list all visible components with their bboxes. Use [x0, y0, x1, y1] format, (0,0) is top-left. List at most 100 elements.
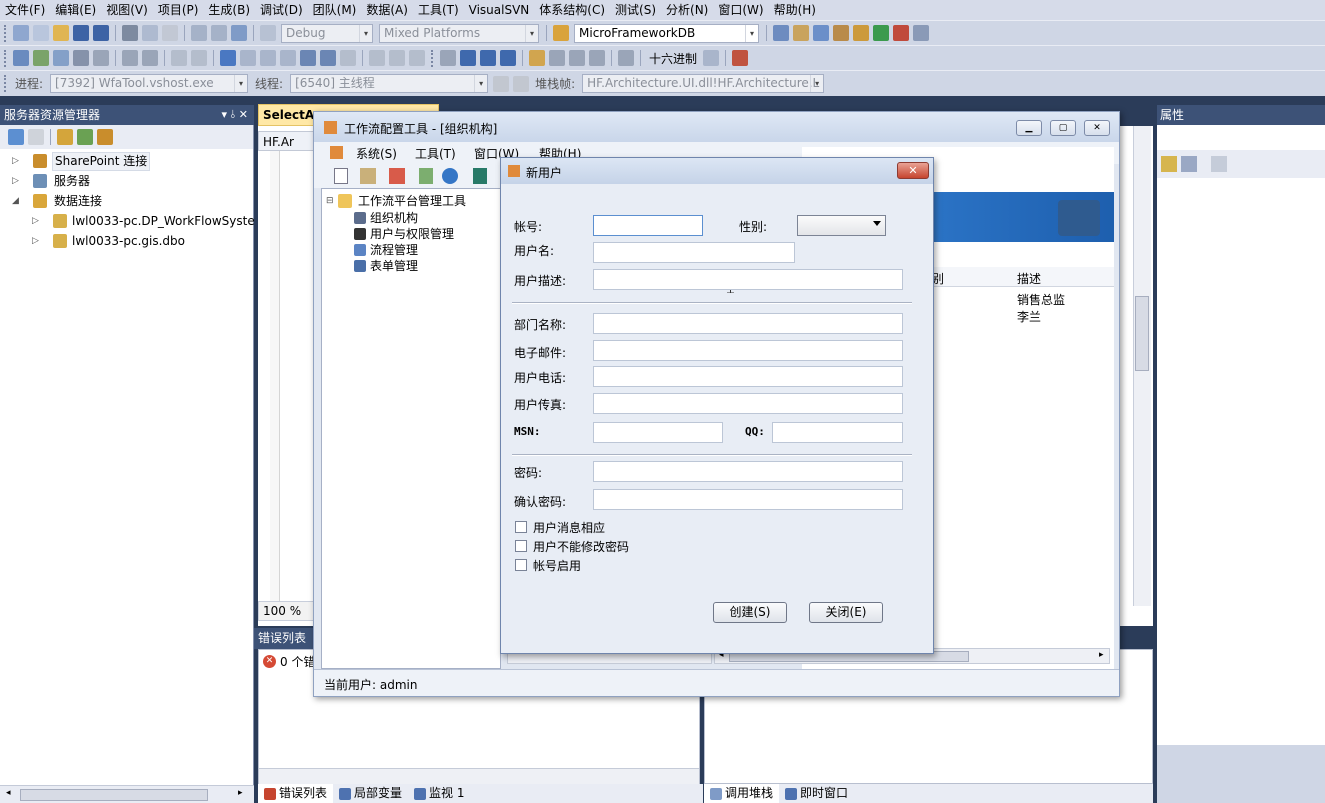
undo-icon[interactable]	[191, 25, 207, 41]
threads-icon[interactable]	[703, 50, 720, 66]
menu-file[interactable]: 文件(F)	[0, 0, 50, 20]
menu-view[interactable]: 视图(V)	[101, 0, 153, 20]
solution-explorer-icon[interactable]	[773, 25, 789, 41]
startup-project-select[interactable]: MicroFrameworkDB ▾	[574, 23, 759, 43]
expand-icon[interactable]: ▷	[32, 231, 42, 251]
qq-input[interactable]	[772, 422, 903, 443]
thread-select[interactable]: [6540] 主线程 ▾	[290, 74, 489, 93]
alphabetical-icon[interactable]	[1181, 156, 1197, 172]
continue-icon[interactable]	[440, 50, 456, 66]
help-icon[interactable]	[442, 168, 458, 184]
toolbox-icon[interactable]	[833, 25, 849, 41]
errors-filter[interactable]: ✕ 0 个错	[263, 653, 315, 670]
panel-controls[interactable]: ▾ ⫰ ✕	[221, 105, 248, 125]
step-into-icon[interactable]	[300, 50, 316, 66]
uncomment-icon[interactable]	[171, 50, 187, 66]
fax-input[interactable]	[593, 393, 903, 414]
property-pages-icon[interactable]	[1211, 156, 1227, 172]
save-icon[interactable]	[73, 25, 89, 41]
new-icon[interactable]	[334, 168, 348, 184]
menu-visualsvn[interactable]: VisualSVN	[464, 0, 535, 20]
toolbar-grip[interactable]	[4, 49, 7, 67]
connect-server-icon[interactable]	[77, 129, 93, 145]
object-browser-icon[interactable]	[813, 25, 829, 41]
menu-system[interactable]: 系统(S)	[356, 145, 397, 162]
save-all-icon[interactable]	[93, 25, 109, 41]
properties-window-icon[interactable]	[793, 25, 809, 41]
solution-config-select[interactable]: Debug ▾	[281, 23, 373, 43]
menu-architecture[interactable]: 体系结构(C)	[534, 0, 610, 20]
complete-word-icon[interactable]	[73, 50, 89, 66]
scroll-thumb[interactable]	[1135, 296, 1149, 371]
refresh-icon[interactable]	[419, 168, 433, 184]
flag-all-icon[interactable]	[513, 75, 530, 92]
tab-immediate[interactable]: 即时窗口	[779, 784, 854, 803]
menu-team[interactable]: 团队(M)	[308, 0, 362, 20]
close-dialog-button[interactable]: 关闭(E)	[809, 602, 883, 623]
quick-info-icon[interactable]	[53, 50, 69, 66]
menu-data[interactable]: 数据(A)	[361, 0, 413, 20]
sex-select[interactable]	[797, 215, 886, 236]
extension-icon[interactable]	[853, 25, 869, 41]
error-list-hscroll[interactable]	[259, 768, 699, 784]
start-debug-icon[interactable]	[260, 25, 276, 41]
cannot-change-password-checkbox[interactable]	[515, 540, 527, 552]
toolbar-grip[interactable]	[4, 24, 7, 42]
outdent-icon[interactable]	[93, 50, 109, 66]
show-next-statement-icon[interactable]	[529, 50, 545, 66]
stack-frame-select[interactable]: HF.Architecture.UI.dll!HF.Architecture.L…	[582, 74, 825, 93]
maximize-button[interactable]: ▢	[1050, 120, 1076, 136]
email-input[interactable]	[593, 340, 903, 361]
tab-call-stack[interactable]: 调用堆栈	[704, 784, 780, 803]
scroll-right-icon[interactable]: ▸	[1099, 650, 1104, 660]
stop-icon[interactable]	[480, 50, 496, 66]
categorized-icon[interactable]	[1161, 156, 1177, 172]
paste-icon[interactable]	[162, 25, 178, 41]
comment-icon[interactable]	[142, 50, 158, 66]
tree-item-data-connections[interactable]: ◢ 数据连接	[0, 191, 250, 211]
password-input[interactable]	[593, 461, 903, 482]
account-enabled-checkbox[interactable]	[515, 559, 527, 571]
hex-display-button[interactable]: 十六进制	[649, 50, 697, 67]
tree-item-servers[interactable]: ▷ 服务器	[0, 171, 250, 191]
redo-icon[interactable]	[211, 25, 227, 41]
step-out-2-icon[interactable]	[589, 50, 605, 66]
scroll-left-icon[interactable]: ◂	[6, 788, 11, 798]
scroll-right-icon[interactable]: ▸	[238, 788, 243, 798]
minimize-button[interactable]: ▁	[1016, 120, 1042, 136]
expand-icon[interactable]: ▷	[12, 151, 22, 171]
cut-icon[interactable]	[122, 25, 138, 41]
toolbar-grip[interactable]	[4, 75, 7, 92]
down-arrow-icon[interactable]	[389, 50, 405, 66]
message-response-checkbox[interactable]	[515, 521, 527, 533]
connect-database-icon[interactable]	[57, 129, 73, 145]
stop-refresh-icon[interactable]	[28, 129, 44, 145]
bookmark-clear-icon[interactable]	[280, 50, 296, 66]
bookmark-next-icon[interactable]	[240, 50, 256, 66]
quick-watch-icon[interactable]	[618, 50, 634, 66]
grid-cell[interactable]: 李兰	[1017, 308, 1041, 325]
tree-item-connection-1[interactable]: ▷ lwl0033-pc.DP_WorkFlowSyster	[0, 211, 254, 231]
copy-icon[interactable]	[142, 25, 158, 41]
column-header-description[interactable]: 描述	[1017, 270, 1041, 287]
tab-locals[interactable]: 局部变量	[333, 784, 408, 803]
close-button[interactable]: ✕	[897, 162, 929, 179]
collapse-icon[interactable]: ◢	[12, 191, 22, 211]
process-select[interactable]: [7392] WfaTool.vshost.exe ▾	[50, 74, 249, 93]
expand-icon[interactable]: ▷	[32, 211, 42, 231]
step-out-icon[interactable]	[340, 50, 356, 66]
connect-sharepoint-icon[interactable]	[97, 129, 113, 145]
menu-tools[interactable]: 工具(T)	[415, 145, 456, 162]
breakpoints-icon[interactable]	[732, 50, 749, 66]
username-input[interactable]	[593, 242, 795, 263]
menu-analyze[interactable]: 分析(N)	[661, 0, 713, 20]
delete-icon[interactable]	[389, 168, 405, 184]
menu-edit[interactable]: 编辑(E)	[50, 0, 101, 20]
pause-icon[interactable]	[460, 50, 476, 66]
menu-build[interactable]: 生成(B)	[203, 0, 255, 20]
scroll-thumb[interactable]	[20, 789, 208, 801]
member-list-icon[interactable]	[13, 50, 29, 66]
menu-debug[interactable]: 调试(D)	[255, 0, 308, 20]
menu-project[interactable]: 项目(P)	[153, 0, 204, 20]
user-desc-input[interactable]	[593, 269, 903, 290]
